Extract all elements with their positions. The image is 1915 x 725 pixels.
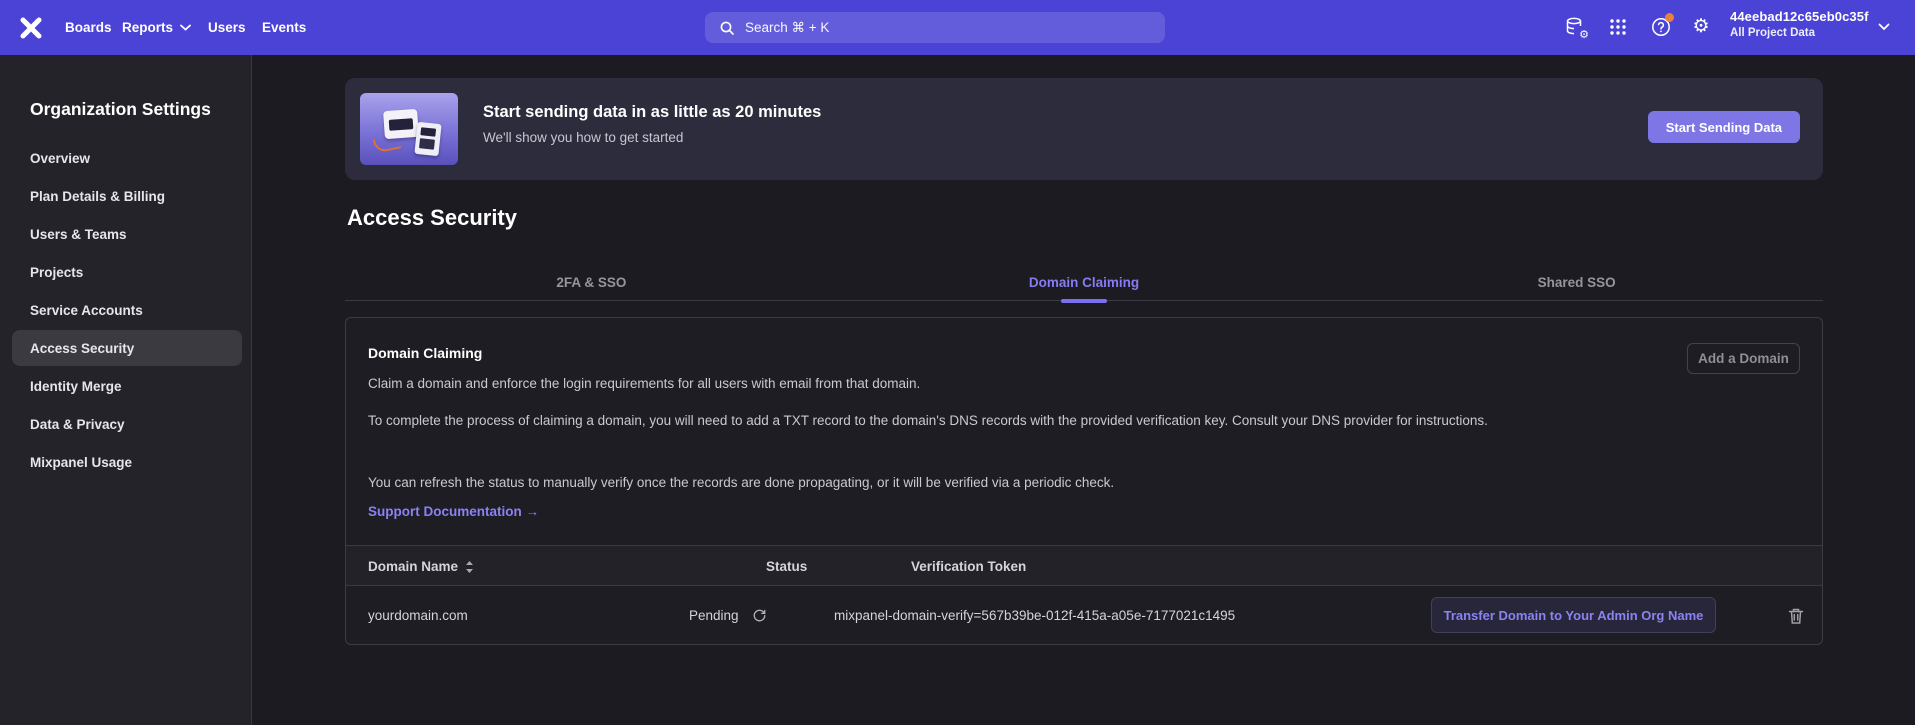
settings-gear-icon[interactable]: ⚙ — [1690, 16, 1712, 38]
laptop-shape — [383, 109, 419, 139]
sidebar-item-access-security[interactable]: Access Security — [0, 329, 252, 367]
card-title: Domain Claiming — [368, 345, 482, 361]
apps-grid-icon[interactable] — [1607, 16, 1629, 38]
search-input[interactable]: Search ⌘ + K — [705, 12, 1165, 43]
column-header-status: Status — [766, 546, 807, 587]
domain-claiming-card: Domain Claiming Add a Domain Claim a dom… — [345, 317, 1823, 645]
banner-subtitle: We'll show you how to get started — [483, 130, 683, 145]
top-nav-bar: Boards Reports Users Events Search ⌘ + K — [0, 0, 1915, 55]
mini-gear-glyph: ⚙ — [1579, 30, 1589, 41]
tab-shared-sso[interactable]: Shared SSO — [1330, 264, 1823, 300]
help-icon[interactable] — [1650, 16, 1672, 38]
nav-item-reports[interactable]: Reports — [122, 0, 191, 55]
nav-item-users[interactable]: Users — [208, 0, 246, 55]
sidebar-title: Organization Settings — [30, 99, 211, 120]
access-security-tabs: 2FA & SSO Domain Claiming Shared SSO — [345, 264, 1823, 301]
column-header-domain-name[interactable]: Domain Name — [368, 546, 474, 587]
search-placeholder-text: Search ⌘ + K — [745, 20, 829, 36]
support-documentation-link[interactable]: Support Documentation → — [368, 504, 539, 519]
card-paragraph: To complete the process of claiming a do… — [368, 410, 1496, 432]
delete-domain-trash-icon[interactable] — [1786, 606, 1806, 626]
phone-shape — [414, 122, 441, 156]
page-title: Access Security — [347, 205, 517, 231]
sort-icon[interactable] — [465, 561, 474, 573]
org-settings-sidebar: Organization Settings Overview Plan Deta… — [0, 55, 252, 725]
nav-item-label: Reports — [122, 20, 173, 35]
nav-item-boards[interactable]: Boards — [65, 0, 112, 55]
wire-shape — [373, 134, 401, 153]
card-paragraph: You can refresh the status to manually v… — [368, 472, 1114, 494]
project-scope-text: All Project Data — [1730, 27, 1869, 39]
chevron-down-icon — [180, 24, 191, 31]
verification-token-cell: mixpanel-domain-verify=567b39be-012f-415… — [834, 586, 1235, 645]
notification-badge — [1665, 13, 1674, 22]
tab-domain-claiming[interactable]: Domain Claiming — [838, 264, 1331, 300]
status-cell: Pending — [689, 586, 767, 645]
mixpanel-logo-icon[interactable] — [18, 15, 44, 41]
nav-item-label: Events — [262, 20, 306, 35]
sidebar-item-users-teams[interactable]: Users & Teams — [0, 215, 252, 253]
sidebar-item-plan-details-billing[interactable]: Plan Details & Billing — [0, 177, 252, 215]
devices-illustration — [360, 93, 458, 165]
nav-item-label: Boards — [65, 20, 112, 35]
onboarding-banner: Start sending data in as little as 20 mi… — [345, 78, 1823, 180]
sidebar-item-identity-merge[interactable]: Identity Merge — [0, 367, 252, 405]
project-chevron-down-icon[interactable] — [1878, 23, 1890, 35]
banner-title: Start sending data in as little as 20 mi… — [483, 103, 821, 122]
tab-2fa-sso[interactable]: 2FA & SSO — [345, 264, 838, 300]
gear-glyph: ⚙ — [1692, 16, 1709, 37]
sidebar-item-service-accounts[interactable]: Service Accounts — [0, 291, 252, 329]
table-header: Domain Name Status Verification Token — [346, 545, 1822, 586]
sidebar-item-projects[interactable]: Projects — [0, 253, 252, 291]
refresh-status-icon[interactable] — [752, 608, 767, 623]
nav-item-events[interactable]: Events — [262, 0, 306, 55]
sidebar-item-data-privacy[interactable]: Data & Privacy — [0, 405, 252, 443]
table-row: yourdomain.com Pending mixpanel-domain-v… — [346, 586, 1822, 645]
transfer-domain-button[interactable]: Transfer Domain to Your Admin Org Name — [1431, 597, 1716, 633]
data-management-icon[interactable]: ⚙ — [1564, 16, 1586, 38]
sidebar-item-mixpanel-usage[interactable]: Mixpanel Usage — [0, 443, 252, 481]
start-sending-data-button[interactable]: Start Sending Data — [1648, 111, 1800, 143]
project-switcher[interactable]: 44eebad12c65eb0c35f All Project Data — [1730, 9, 1869, 39]
card-paragraph: Claim a domain and enforce the login req… — [368, 373, 920, 395]
nav-item-label: Users — [208, 20, 246, 35]
domain-name-cell: yourdomain.com — [368, 586, 468, 645]
sidebar-item-overview[interactable]: Overview — [0, 139, 252, 177]
mixpanel-app: Boards Reports Users Events Search ⌘ + K — [0, 0, 1915, 725]
status-text: Pending — [689, 608, 739, 623]
project-id-text: 44eebad12c65eb0c35f — [1730, 9, 1869, 24]
add-domain-button[interactable]: Add a Domain — [1687, 343, 1800, 374]
column-header-verification-token: Verification Token — [911, 546, 1026, 587]
active-tab-underline — [1061, 299, 1107, 303]
search-icon — [719, 20, 735, 36]
